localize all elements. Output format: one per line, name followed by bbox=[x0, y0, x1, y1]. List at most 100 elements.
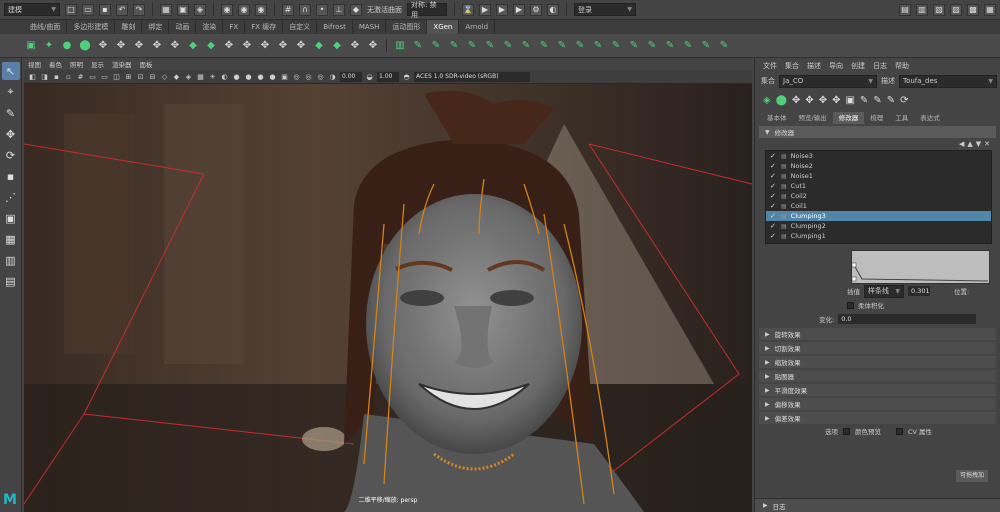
menu-help[interactable]: 帮助 bbox=[895, 61, 909, 71]
list-item[interactable]: ✓ ▤ Clumping2 bbox=[766, 221, 991, 231]
render-frame-icon[interactable]: ▶ bbox=[479, 3, 491, 16]
open-scene-icon[interactable]: ▭ bbox=[82, 3, 94, 16]
list-item[interactable]: ✓ ▤ Noise1 bbox=[766, 171, 991, 181]
snap-point-icon[interactable]: • bbox=[316, 3, 328, 16]
tab-utilities[interactable]: 工具 bbox=[889, 112, 914, 124]
tab-custom[interactable]: 自定义 bbox=[283, 20, 318, 34]
list-item[interactable]: ✓ ▤ Noise2 bbox=[766, 161, 991, 171]
viewport-persp[interactable]: 二维平移/缩放: persp bbox=[24, 84, 752, 512]
gate-mask-icon[interactable]: ◫ bbox=[112, 72, 121, 81]
lasso-tool-icon[interactable]: ⌖ bbox=[2, 83, 20, 101]
render-sequence-icon[interactable]: ▶ bbox=[496, 3, 508, 16]
tab-grooming[interactable]: 梳理 bbox=[864, 112, 889, 124]
check-icon[interactable]: ✓ bbox=[770, 182, 777, 190]
isolate-select-icon[interactable]: ▣ bbox=[280, 72, 289, 81]
check-icon[interactable]: ✓ bbox=[770, 172, 777, 180]
menu-log[interactable]: 日志 bbox=[873, 61, 887, 71]
section-bias[interactable]: ▶ 偏差效果 bbox=[759, 412, 996, 424]
modifier-icon[interactable]: ✎ bbox=[591, 39, 605, 53]
guide-to-curve-icon[interactable]: ✎ bbox=[860, 95, 868, 106]
mask-icon[interactable]: ◉ bbox=[221, 3, 233, 16]
select-hierarchy-icon[interactable]: ▦ bbox=[160, 3, 172, 16]
menu-file[interactable]: 文件 bbox=[763, 61, 777, 71]
create-collection-icon[interactable]: ◈ bbox=[763, 95, 771, 106]
brush-tool-icon[interactable]: ✥ bbox=[96, 39, 110, 53]
list-item[interactable]: ✓ ▤ Noise3 bbox=[766, 151, 991, 161]
modifier-icon[interactable]: ✎ bbox=[663, 39, 677, 53]
ramp-key[interactable] bbox=[852, 262, 857, 268]
camera-attr-icon[interactable]: ◨ bbox=[40, 72, 49, 81]
safe-action-icon[interactable]: ⊡ bbox=[136, 72, 145, 81]
menu-panels[interactable]: 面板 bbox=[140, 59, 153, 69]
cut-guide-icon[interactable]: ✥ bbox=[150, 39, 164, 53]
select-icon[interactable]: ◆ bbox=[330, 39, 344, 53]
tab-curves[interactable]: 曲线/曲面 bbox=[24, 20, 68, 34]
list-item[interactable]: ✓ ▤ Clumping1 bbox=[766, 231, 991, 241]
tab-sculpt[interactable]: 雕刻 bbox=[115, 20, 143, 34]
groom-brush-icon[interactable]: ⬤ bbox=[78, 39, 92, 53]
density-icon[interactable]: ◆ bbox=[186, 39, 200, 53]
check-icon[interactable]: ✓ bbox=[770, 212, 777, 220]
move-down-icon[interactable]: ▼ bbox=[976, 140, 981, 148]
ambient-occlusion-icon[interactable]: ● bbox=[232, 72, 241, 81]
redo-icon[interactable]: ↷ bbox=[133, 3, 145, 16]
layer-editor-icon[interactable]: ▨ bbox=[950, 3, 962, 16]
tab-animation[interactable]: 动画 bbox=[169, 20, 197, 34]
symmetry-selector[interactable]: 对称: 禁用 bbox=[407, 1, 447, 19]
check-icon[interactable]: ✓ bbox=[770, 162, 777, 170]
ipr-icon[interactable]: ▶ bbox=[513, 3, 525, 16]
ramp-key[interactable] bbox=[852, 276, 857, 282]
lights-icon[interactable]: ☀ bbox=[208, 72, 217, 81]
comb-icon[interactable]: ✥ bbox=[222, 39, 236, 53]
noise-icon[interactable]: ✥ bbox=[276, 39, 290, 53]
clump-icon[interactable]: ◆ bbox=[204, 39, 218, 53]
color-space-selector[interactable]: ACES 1.0 SDR-video (sRGB) bbox=[414, 71, 530, 82]
xgen-toggle-icon[interactable]: ✦ bbox=[42, 39, 56, 53]
image-plane-icon[interactable]: ▫ bbox=[64, 72, 73, 81]
color-management-icon[interactable]: ◓ bbox=[402, 72, 411, 81]
section-scale[interactable]: ▶ 缩放效果 bbox=[759, 356, 996, 368]
modeling-toolkit-icon[interactable]: ▩ bbox=[967, 3, 979, 16]
list-item-selected[interactable]: ✓ ▤ Clumping3 bbox=[766, 211, 991, 221]
menu-view[interactable]: 视图 bbox=[28, 59, 41, 69]
history-icon[interactable]: ⌛ bbox=[462, 3, 474, 16]
list-item[interactable]: ✓ ▤ Cut1 bbox=[766, 181, 991, 191]
place-guide-icon[interactable]: ✥ bbox=[114, 39, 128, 53]
modifier-icon[interactable]: ▥ bbox=[393, 39, 407, 53]
modifier-icon[interactable]: ✎ bbox=[447, 39, 461, 53]
field-chart-icon[interactable]: ⊞ bbox=[124, 72, 133, 81]
modifier-icon[interactable]: ✎ bbox=[717, 39, 731, 53]
section-mapper[interactable]: ▶ 贴图器 bbox=[759, 370, 996, 382]
collection-selector[interactable]: Ja_CO ▼ bbox=[779, 74, 877, 88]
outliner-layout-icon[interactable]: ▤ bbox=[2, 272, 20, 290]
section-rotation[interactable]: ▶ 旋转效果 bbox=[759, 328, 996, 340]
variation-field[interactable]: 0.0 bbox=[838, 314, 977, 324]
select-tool-icon[interactable]: ↖ bbox=[1, 62, 20, 80]
modifier-icon[interactable]: ✎ bbox=[699, 39, 713, 53]
modifier-icon[interactable]: ✎ bbox=[501, 39, 515, 53]
delete-modifier-icon[interactable]: ✕ bbox=[984, 140, 990, 148]
gamma-field[interactable]: 1.00 bbox=[377, 71, 399, 82]
grab-icon[interactable]: ✥ bbox=[258, 39, 272, 53]
tab-rendering[interactable]: 渲染 bbox=[196, 20, 224, 34]
modifier-icon[interactable]: ✎ bbox=[627, 39, 641, 53]
modifier-icon[interactable]: ✎ bbox=[609, 39, 623, 53]
smooth-shade-icon[interactable]: ◆ bbox=[172, 72, 181, 81]
interactive-groom-icon[interactable]: ● bbox=[60, 39, 74, 53]
freeze-icon[interactable]: ◆ bbox=[312, 39, 326, 53]
check-icon[interactable]: ✓ bbox=[770, 232, 777, 240]
modifier-icon[interactable]: ✎ bbox=[681, 39, 695, 53]
tab-xgen[interactable]: XGen bbox=[427, 20, 460, 34]
login-button[interactable]: 登录 ▼ bbox=[574, 3, 636, 16]
xray-icon[interactable]: ◎ bbox=[292, 72, 301, 81]
smooth-icon[interactable]: ✥ bbox=[240, 39, 254, 53]
part-icon[interactable]: ✥ bbox=[294, 39, 308, 53]
coil-icon[interactable]: ✥ bbox=[348, 39, 362, 53]
modifier-icon[interactable]: ✎ bbox=[645, 39, 659, 53]
depth-of-field-icon[interactable]: ● bbox=[268, 72, 277, 81]
section-offset[interactable]: ▶ 偏移效果 bbox=[759, 398, 996, 410]
check-icon[interactable]: ✓ bbox=[770, 192, 777, 200]
render-settings-icon[interactable]: ⚙ bbox=[530, 3, 542, 16]
tab-fx[interactable]: FX bbox=[223, 20, 246, 34]
lock-icon[interactable]: ▣ bbox=[845, 95, 854, 106]
